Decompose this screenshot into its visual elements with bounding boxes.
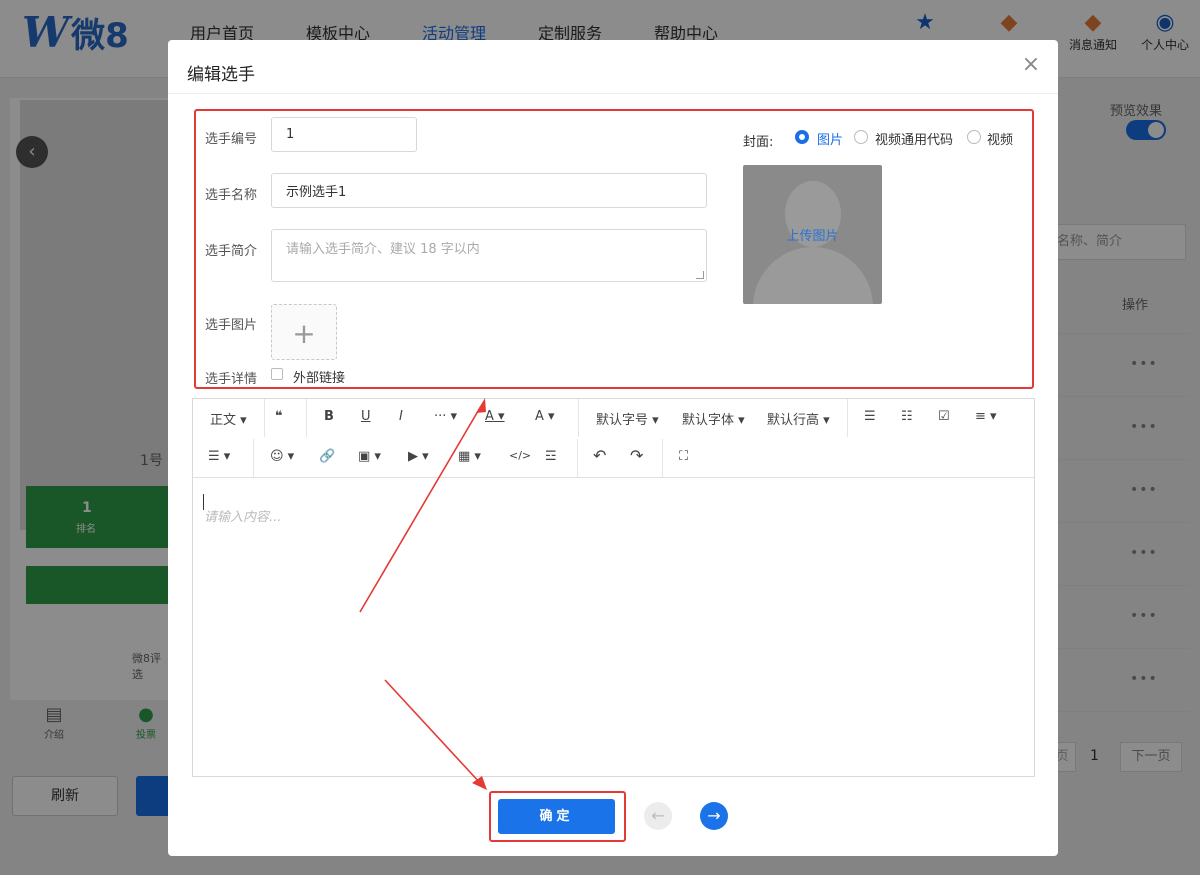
intro-textarea[interactable]: 请输入选手简介、建议 18 字以内 bbox=[271, 229, 707, 282]
todo-icon[interactable]: ☑ bbox=[938, 409, 950, 424]
bg-color-icon[interactable]: A ▾ bbox=[535, 409, 555, 424]
number-input[interactable]: 1 bbox=[271, 117, 417, 152]
confirm-button[interactable]: 确定 bbox=[498, 799, 615, 834]
resize-grip-icon[interactable] bbox=[696, 271, 704, 279]
cover-option-embed[interactable]: 视频通用代码 bbox=[875, 129, 953, 148]
close-icon[interactable]: × bbox=[1020, 54, 1042, 76]
toolbar-separator bbox=[578, 399, 579, 437]
name-input[interactable]: 示例选手1 bbox=[271, 173, 707, 208]
table-icon[interactable]: ▦ ▾ bbox=[458, 449, 481, 464]
code-icon[interactable]: </> bbox=[509, 449, 531, 462]
quote-icon[interactable]: ❝ bbox=[275, 409, 283, 424]
toolbar-divider bbox=[193, 477, 1034, 478]
numbered-list-icon[interactable]: ☷ bbox=[901, 409, 913, 424]
bold-icon[interactable]: B bbox=[324, 409, 334, 424]
underline-icon[interactable]: U bbox=[361, 409, 371, 424]
cover-radio-embed[interactable] bbox=[854, 130, 868, 144]
next-arrow-icon[interactable]: → bbox=[700, 802, 728, 830]
font-family-dropdown[interactable]: 默认字体 ▾ bbox=[682, 409, 745, 428]
cover-image-uploader[interactable]: 上传图片 bbox=[743, 165, 882, 304]
line-height-dropdown[interactable]: 默认行高 ▾ bbox=[767, 409, 830, 428]
cover-radio-video[interactable] bbox=[967, 130, 981, 144]
detail-label: 选手详情 bbox=[205, 372, 258, 387]
toolbar-separator bbox=[847, 399, 848, 437]
editor-toolbar-row2: ☰ ▾ ☺ ▾ 🔗 ▣ ▾ ▶ ▾ ▦ ▾ </> ☲ ↶ ↷ ⛶ bbox=[193, 439, 1034, 479]
toolbar-separator bbox=[264, 399, 265, 437]
edit-contestant-modal: 编辑选手 × 选手编号 1 选手名称 示例选手1 选手简介 请输入选手简介、建议… bbox=[168, 40, 1058, 856]
font-color-icon[interactable]: A ▾ bbox=[485, 409, 505, 424]
image-icon[interactable]: ▣ ▾ bbox=[358, 449, 381, 464]
toolbar-separator bbox=[577, 439, 578, 477]
image-upload-button[interactable]: + bbox=[271, 304, 337, 360]
undo-icon[interactable]: ↶ bbox=[593, 446, 606, 465]
external-link-label[interactable]: 外部链接 bbox=[293, 367, 345, 386]
indent-icon[interactable]: ☰ ▾ bbox=[208, 449, 230, 464]
intro-label: 选手简介 bbox=[205, 244, 258, 259]
cover-option-image[interactable]: 图片 bbox=[817, 129, 843, 148]
upload-image-link[interactable]: 上传图片 bbox=[743, 225, 882, 244]
prev-arrow-icon[interactable]: ← bbox=[644, 802, 672, 830]
font-size-dropdown[interactable]: 默认字号 ▾ bbox=[596, 409, 659, 428]
bullet-list-icon[interactable]: ☰ bbox=[864, 409, 876, 424]
redo-icon[interactable]: ↷ bbox=[630, 446, 643, 465]
external-link-checkbox[interactable] bbox=[271, 368, 283, 380]
avatar-body-shape bbox=[753, 247, 873, 304]
highlighted-form-section: 选手编号 1 选手名称 示例选手1 选手简介 请输入选手简介、建议 18 字以内… bbox=[194, 109, 1034, 389]
toolbar-separator bbox=[253, 439, 254, 477]
fullscreen-icon[interactable]: ⛶ bbox=[679, 449, 688, 464]
italic-icon[interactable]: I bbox=[399, 409, 403, 424]
modal-divider bbox=[168, 93, 1058, 94]
video-icon[interactable]: ▶ ▾ bbox=[408, 449, 429, 464]
plus-icon: + bbox=[292, 317, 316, 350]
cover-label: 封面: bbox=[743, 135, 774, 150]
rich-text-editor: 正文 ▾ ❝ B U I ··· ▾ A ▾ A ▾ 默认字号 ▾ 默认字体 ▾… bbox=[192, 398, 1035, 777]
more-icon[interactable]: ··· ▾ bbox=[434, 409, 457, 424]
number-label: 选手编号 bbox=[205, 132, 258, 147]
editor-placeholder[interactable]: 请输入内容... bbox=[204, 506, 281, 525]
emoji-icon[interactable]: ☺ ▾ bbox=[270, 449, 294, 464]
name-label: 选手名称 bbox=[205, 188, 258, 203]
toolbar-separator bbox=[306, 399, 307, 437]
heading-dropdown[interactable]: 正文 ▾ bbox=[210, 409, 247, 428]
cover-radio-image[interactable] bbox=[795, 130, 809, 144]
editor-toolbar-row1: 正文 ▾ ❝ B U I ··· ▾ A ▾ A ▾ 默认字号 ▾ 默认字体 ▾… bbox=[193, 399, 1034, 439]
link-icon[interactable]: 🔗 bbox=[319, 449, 335, 464]
divider-icon[interactable]: ☲ bbox=[545, 449, 557, 464]
toolbar-separator bbox=[662, 439, 663, 477]
cover-option-video[interactable]: 视频 bbox=[987, 129, 1013, 148]
modal-title: 编辑选手 bbox=[187, 65, 255, 85]
align-icon[interactable]: ≡ ▾ bbox=[975, 409, 997, 424]
image-label: 选手图片 bbox=[205, 318, 258, 333]
intro-placeholder: 请输入选手简介、建议 18 字以内 bbox=[286, 242, 480, 257]
